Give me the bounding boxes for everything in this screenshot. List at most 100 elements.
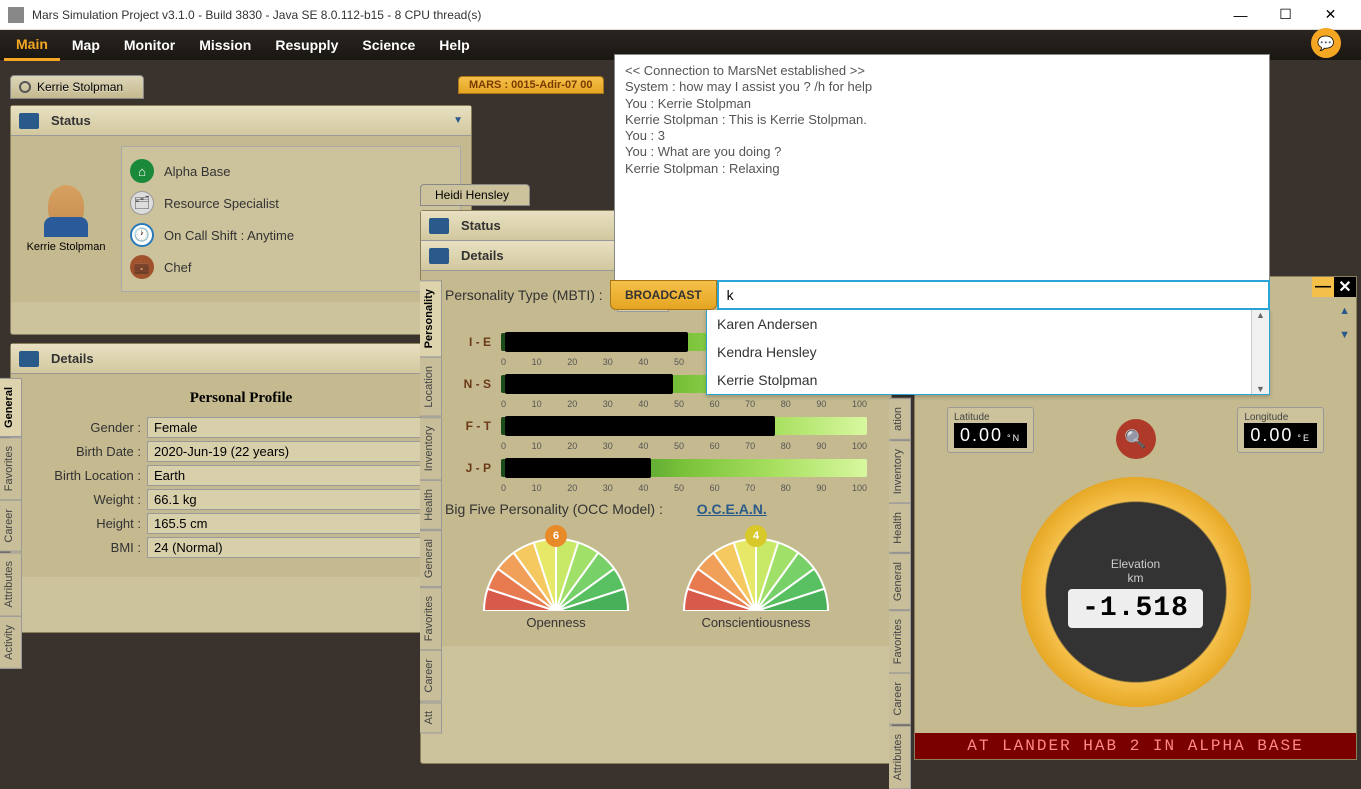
person-tab-label: Kerrie Stolpman (37, 80, 123, 94)
panel-minimize-button[interactable]: — (1312, 277, 1334, 297)
scroll-up-icon[interactable]: ▲ (1339, 305, 1350, 317)
ocean-link[interactable]: O.C.E.A.N. (697, 501, 767, 517)
status-text: Resource Specialist (164, 196, 279, 211)
chat-console: << Connection to MarsNet established >>S… (614, 54, 1270, 282)
chat-line: Kerrie Stolpman : Relaxing (625, 161, 1259, 177)
menu-item-map[interactable]: Map (60, 31, 112, 59)
portrait-column: Kerrie Stolpman (21, 185, 111, 253)
panel-header-icon (19, 113, 39, 129)
profile-value: 24 (Normal) (147, 537, 455, 558)
menu-item-science[interactable]: Science (350, 31, 427, 59)
side-tab-attributes[interactable]: Attributes (889, 725, 911, 789)
status-icon: 💼 (130, 255, 154, 279)
menu-item-monitor[interactable]: Monitor (112, 31, 187, 59)
menu-item-mission[interactable]: Mission (187, 31, 263, 59)
status-text: On Call Shift : Anytime (164, 228, 294, 243)
fan-label: Conscientiousness (701, 615, 810, 630)
side-tab-ation[interactable]: ation (889, 398, 911, 440)
autocomplete-item[interactable]: Kerrie Stolpman (707, 366, 1269, 394)
longitude-value: 0.00 (1250, 425, 1293, 446)
side-tab-location[interactable]: Location (420, 357, 442, 417)
status-item: 🗂Resource Specialist (130, 187, 452, 219)
status-panel: Status ▼ Kerrie Stolpman ⌂Alpha Base🗂Res… (10, 105, 472, 335)
autocomplete-dropdown: Karen AndersenKendra HensleyKerrie Stolp… (706, 310, 1270, 395)
profile-key: Weight : (27, 492, 147, 507)
status-panel-header[interactable]: Status ▼ (11, 106, 471, 136)
broadcast-button[interactable]: BROADCAST (610, 280, 717, 310)
status-item: 💼 Chef (130, 251, 452, 283)
side-tab-general[interactable]: General (0, 378, 22, 437)
scroll-down-icon[interactable]: ▼ (1339, 329, 1350, 341)
scale-label: F - T (445, 419, 491, 433)
side-tab-personality[interactable]: Personality (420, 280, 442, 357)
mbti-scale-row: J - P0102030405060708090100 (445, 459, 867, 477)
side-tab-career[interactable]: Career (889, 673, 911, 725)
globe-search-icon[interactable]: 🔍 (1116, 419, 1156, 459)
profile-value: 2020-Jun-19 (22 years) (147, 441, 455, 462)
scale-bar: 0102030405060708090100 (501, 417, 867, 435)
latitude-value: 0.00 (960, 425, 1003, 446)
panel-close-button[interactable]: ✕ (1334, 277, 1356, 297)
chat-bubble-icon[interactable]: 💬 (1311, 28, 1341, 58)
scrollbar[interactable]: ▲▼ (1251, 310, 1269, 394)
profile-value: Female (147, 417, 455, 438)
status-item: 🕐On Call Shift : Anytime (130, 219, 452, 251)
left-side-tabs: GeneralFavoritesCareerAttributesActivity (0, 378, 22, 669)
profile-key: Gender : (27, 420, 147, 435)
side-tab-general[interactable]: General (420, 530, 442, 587)
status-text: Chef (164, 260, 191, 275)
side-tab-health[interactable]: Health (420, 480, 442, 530)
mbti-scale-row: F - T 0102030405060708090100 (445, 417, 867, 435)
mars-clock-tab[interactable]: MARS : 0015-Adir-07 00 (458, 76, 604, 94)
scale-label: I - E (445, 335, 491, 349)
details-panel-header[interactable]: Details (11, 344, 471, 374)
close-button[interactable]: ✕ (1308, 0, 1353, 29)
side-tab-general[interactable]: General (889, 553, 911, 610)
profile-row: BMI :24 (Normal) (27, 537, 455, 558)
profile-section-title: Personal Profile (27, 390, 455, 407)
status-list: ⌂Alpha Base🗂Resource Specialist🕐On Call … (121, 146, 461, 292)
side-tab-att[interactable]: Att (420, 702, 442, 733)
latitude-box: Latitude 0.00°N (947, 407, 1034, 453)
side-tab-attributes[interactable]: Attributes (0, 552, 22, 616)
profile-value: 165.5 cm (147, 513, 455, 534)
autocomplete-item[interactable]: Karen Andersen (707, 310, 1269, 338)
panel-header-icon (19, 351, 39, 367)
status-icon: ⌂ (130, 159, 154, 183)
side-tab-inventory[interactable]: Inventory (889, 440, 911, 503)
side-tab-health[interactable]: Health (889, 503, 911, 553)
elevation-label: Elevation (1111, 557, 1160, 571)
menu-item-help[interactable]: Help (427, 31, 481, 59)
fan-gauge: 4 (676, 531, 836, 611)
side-tab-career[interactable]: Career (420, 650, 442, 702)
status-title: Status (51, 113, 91, 128)
chat-input[interactable] (717, 280, 1270, 310)
person-tab-heidi[interactable]: Heidi Hensley (420, 184, 530, 206)
window-title: Mars Simulation Project v3.1.0 - Build 3… (32, 8, 1218, 22)
minimize-button[interactable]: — (1218, 0, 1263, 29)
side-tab-favorites[interactable]: Favorites (889, 610, 911, 673)
profile-key: Height : (27, 516, 147, 531)
profile-row: Birth Location :Earth (27, 465, 455, 486)
window-titlebar: Mars Simulation Project v3.1.0 - Build 3… (0, 0, 1361, 30)
app-icon (8, 7, 24, 23)
collapse-icon[interactable]: ▼ (453, 115, 463, 126)
profile-row: Height :165.5 cm (27, 513, 455, 534)
side-tab-career[interactable]: Career (0, 500, 22, 552)
menu-item-resupply[interactable]: Resupply (263, 31, 350, 59)
status-title: Status (461, 218, 501, 233)
mid-side-tabs: PersonalityLocationInventoryHealthGenera… (420, 280, 442, 733)
side-tab-inventory[interactable]: Inventory (420, 417, 442, 480)
side-tab-favorites[interactable]: Favorites (420, 587, 442, 650)
big5-label: Big Five Personality (OCC Model) : (445, 501, 663, 517)
chat-line: You : Kerrie Stolpman (625, 96, 1259, 112)
menu-item-main[interactable]: Main (4, 30, 60, 61)
autocomplete-item[interactable]: Kendra Hensley (707, 338, 1269, 366)
scale-label: J - P (445, 461, 491, 475)
side-tab-favorites[interactable]: Favorites (0, 437, 22, 500)
longitude-label: Longitude (1244, 412, 1317, 423)
details-title: Details (51, 351, 94, 366)
maximize-button[interactable]: ☐ (1263, 0, 1308, 29)
person-tab-kerrie[interactable]: Kerrie Stolpman (10, 75, 144, 99)
side-tab-activity[interactable]: Activity (0, 616, 22, 669)
